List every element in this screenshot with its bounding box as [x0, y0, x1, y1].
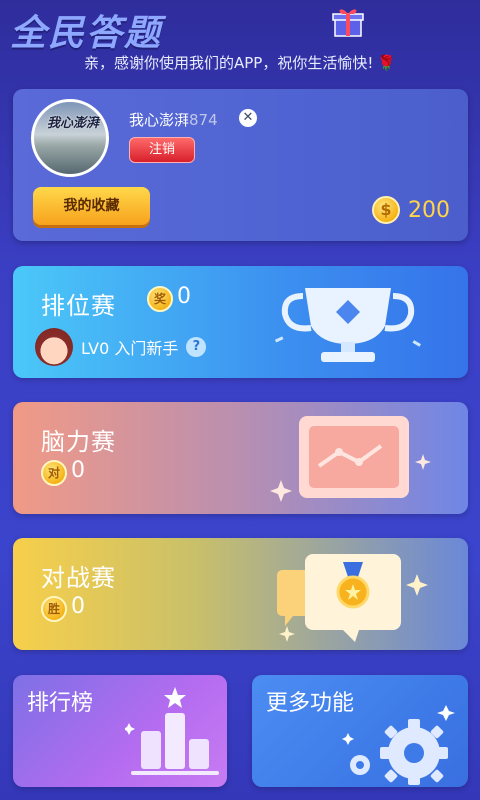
avatar[interactable]: 我心澎湃: [31, 99, 109, 177]
help-icon[interactable]: ?: [186, 337, 207, 357]
chart-board-icon: [270, 416, 431, 502]
coin-value: 200: [408, 197, 450, 223]
favorites-button[interactable]: 我的收藏: [33, 187, 150, 225]
trophy-icon: [274, 288, 421, 362]
coin-balance: $ 200: [372, 195, 450, 225]
win-medal-icon: 胜: [41, 596, 67, 622]
close-icon[interactable]: ✕: [239, 109, 257, 127]
rank-level: LV0 入门新手 ?: [35, 328, 207, 366]
rank-avatar-icon: [35, 328, 73, 366]
user-id: 874: [189, 111, 218, 129]
greeting-message: 亲，感谢你使用我们的APP，祝你生活愉快!: [83, 54, 374, 72]
brain-mode-title: 脑力赛: [41, 428, 116, 456]
logout-button[interactable]: 注销: [129, 137, 195, 163]
brain-mode-card[interactable]: 脑力赛 对 0: [13, 402, 468, 514]
gift-icon[interactable]: [330, 6, 366, 38]
gear-icon: [342, 705, 455, 785]
podium-icon: [125, 687, 219, 775]
leaderboard-title: 排行榜: [27, 691, 94, 716]
username: 我心澎湃874: [129, 109, 218, 130]
rank-medal-value: 0: [177, 284, 191, 309]
greeting-text: 亲，感谢你使用我们的APP，祝你生活愉快! 🌹: [0, 52, 480, 73]
medal-bubble-icon: [277, 554, 428, 642]
rank-mode-title: 排位赛: [41, 292, 116, 320]
rose-icon: 🌹: [377, 54, 397, 72]
app-title: 全民答题: [10, 12, 163, 54]
battle-mode-title: 对战赛: [41, 564, 116, 592]
username-name: 我心澎湃: [129, 111, 190, 129]
leaderboard-card[interactable]: 排行榜: [13, 675, 227, 787]
more-functions-card[interactable]: 更多功能: [252, 675, 468, 787]
brain-medal-value: 0: [71, 458, 85, 483]
battle-medal-value: 0: [71, 594, 85, 619]
reward-medal-icon: 奖: [147, 286, 173, 312]
correct-medal-icon: 对: [41, 460, 67, 486]
profile-card: 我心澎湃 我心澎湃874 ✕ 注销 我的收藏 $ 200: [13, 89, 468, 241]
more-functions-title: 更多功能: [266, 691, 355, 716]
coin-icon: $: [372, 196, 400, 224]
rank-mode-card[interactable]: 排位赛 奖 0 LV0 入门新手 ?: [13, 266, 468, 378]
rank-level-text: LV0 入门新手: [81, 339, 179, 358]
battle-mode-card[interactable]: 对战赛 胜 0: [13, 538, 468, 650]
avatar-text: 我心澎湃: [46, 116, 99, 131]
